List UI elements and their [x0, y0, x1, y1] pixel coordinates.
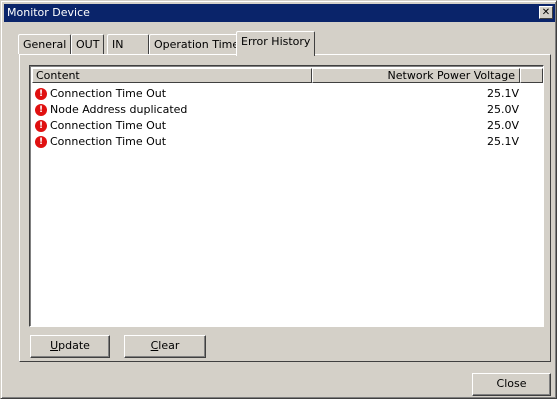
- error-voltage: 25.0V: [486, 119, 519, 132]
- error-history-panel: Content Network Power Voltage ! Connecti…: [19, 54, 551, 362]
- list-item[interactable]: ! Connection Time Out 25.1V: [32, 86, 522, 102]
- list-item[interactable]: ! Connection Time Out 25.1V: [32, 134, 522, 150]
- error-content: Node Address duplicated: [50, 103, 188, 116]
- list-item[interactable]: ! Connection Time Out 25.0V: [32, 118, 522, 134]
- column-header-filler: [520, 68, 543, 83]
- error-content: Connection Time Out: [50, 87, 167, 100]
- tab-general[interactable]: General: [18, 34, 72, 54]
- error-voltage: 25.0V: [486, 103, 519, 116]
- close-button[interactable]: Close: [472, 373, 551, 396]
- title-bar[interactable]: Monitor Device ✕: [4, 4, 555, 22]
- error-history-list[interactable]: Content Network Power Voltage ! Connecti…: [29, 65, 544, 327]
- monitor-device-window: Monitor Device ✕ General OUT IN Operatio…: [0, 0, 557, 399]
- tab-operation-time[interactable]: Operation Time: [149, 34, 245, 54]
- update-label: pdate: [58, 339, 90, 352]
- tab-in[interactable]: IN: [107, 34, 149, 54]
- column-header-network-power-voltage[interactable]: Network Power Voltage: [312, 68, 520, 83]
- error-voltage: 25.1V: [486, 87, 519, 100]
- error-voltage: 25.1V: [486, 135, 519, 148]
- column-header-content[interactable]: Content: [32, 68, 312, 83]
- update-mnemonic: U: [50, 339, 59, 352]
- error-icon: !: [35, 136, 47, 148]
- error-content: Connection Time Out: [50, 119, 167, 132]
- tab-error-history[interactable]: Error History: [236, 31, 316, 56]
- list-header: Content Network Power Voltage: [32, 68, 543, 83]
- error-icon: !: [35, 120, 47, 132]
- error-content: Connection Time Out: [50, 135, 167, 148]
- clear-label: lear: [158, 339, 180, 352]
- error-icon: !: [35, 104, 47, 116]
- tab-out[interactable]: OUT: [71, 34, 105, 54]
- list-item[interactable]: ! Node Address duplicated 25.0V: [32, 102, 522, 118]
- window-title: Monitor Device: [7, 6, 90, 19]
- update-button[interactable]: Update: [30, 335, 110, 358]
- close-window-icon[interactable]: ✕: [539, 6, 553, 19]
- clear-button[interactable]: Clear: [124, 335, 206, 358]
- error-icon: !: [35, 88, 47, 100]
